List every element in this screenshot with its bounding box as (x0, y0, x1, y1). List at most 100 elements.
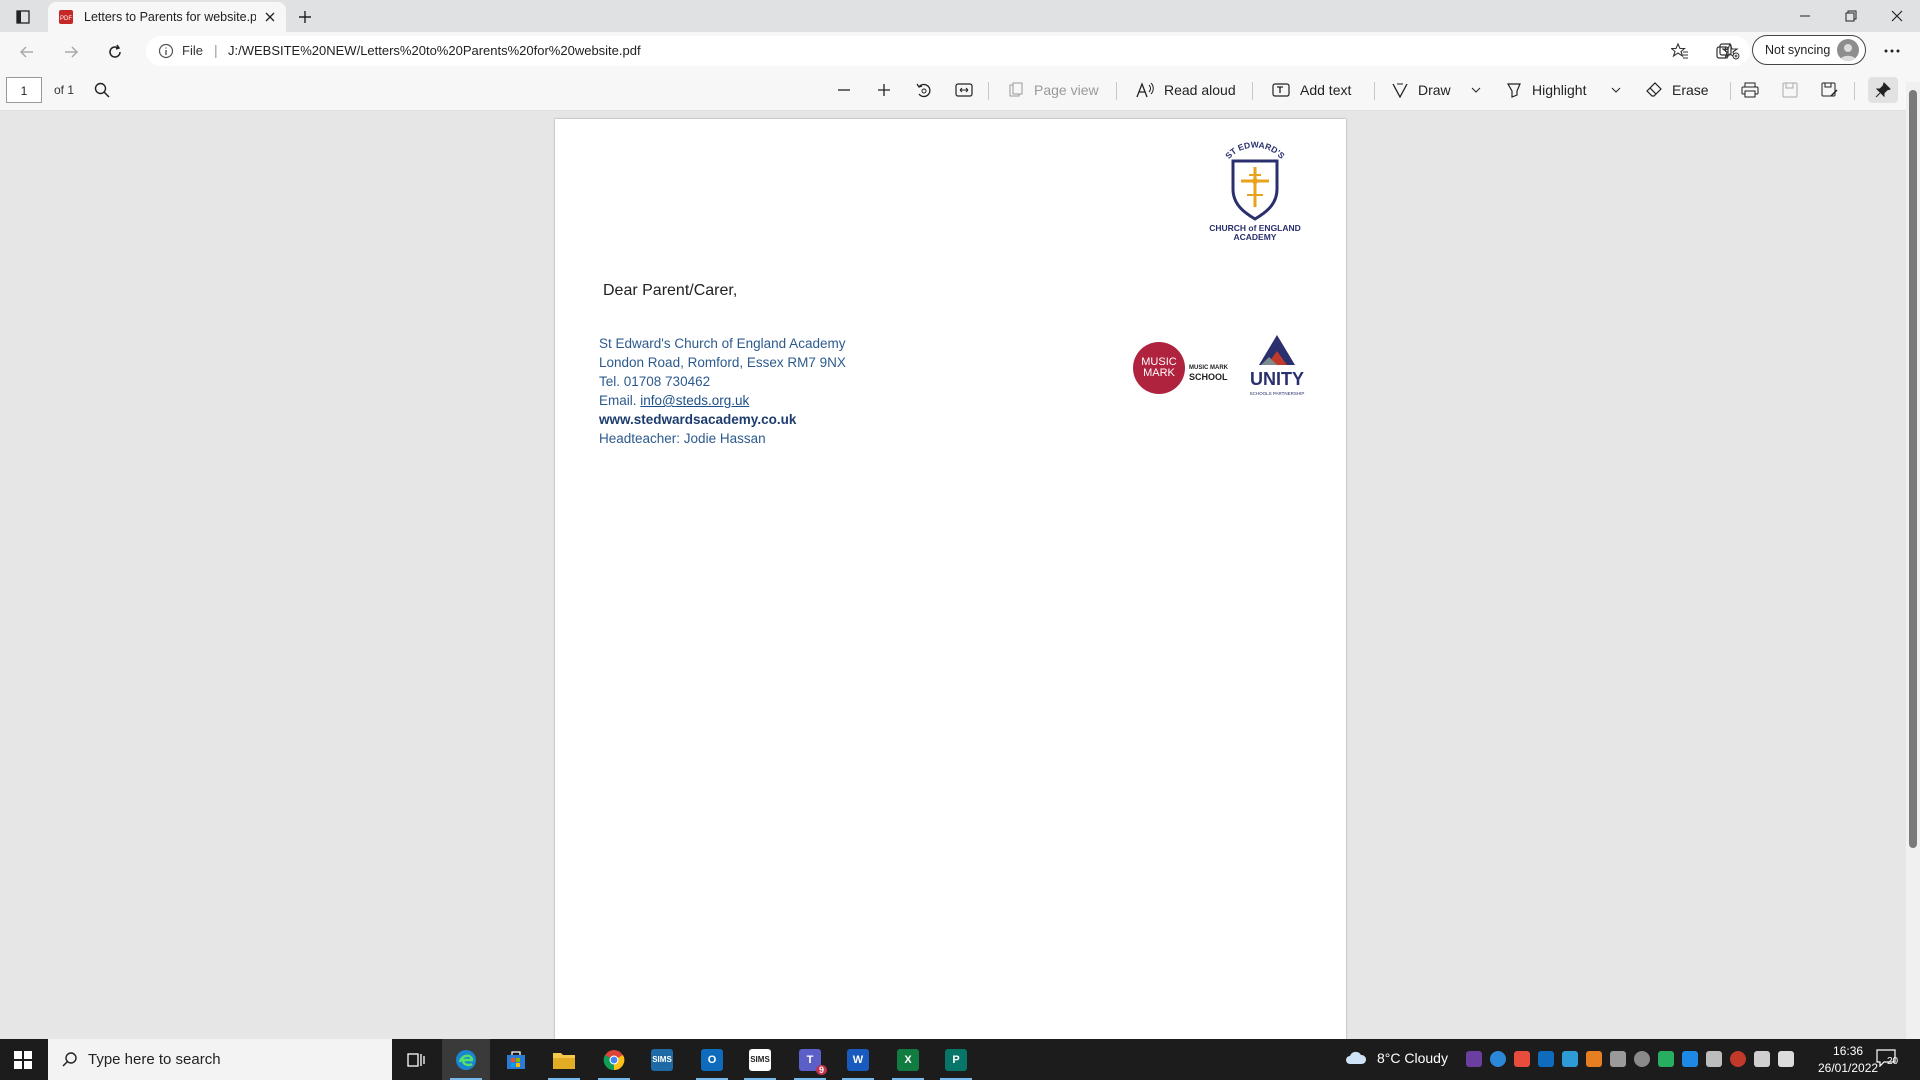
pin-toolbar-icon[interactable] (1868, 77, 1898, 103)
email-link[interactable]: info@steds.org.uk (640, 393, 749, 408)
refresh-icon[interactable] (102, 39, 128, 65)
scheme-separator: | (214, 42, 218, 58)
more-menu-icon[interactable] (1880, 39, 1904, 63)
toolbar-divider (1374, 82, 1375, 100)
svg-text:ACADEMY: ACADEMY (1234, 232, 1277, 241)
taskbar-store[interactable] (492, 1039, 540, 1080)
eraser-icon (1646, 82, 1662, 97)
office-icon[interactable] (1514, 1051, 1530, 1067)
tray-app-icon[interactable] (1490, 1051, 1506, 1067)
info-icon[interactable] (158, 43, 174, 59)
taskbar-outlook[interactable]: O (688, 1039, 736, 1080)
tray-app-icon[interactable] (1466, 1051, 1482, 1067)
rotate-icon[interactable] (914, 80, 934, 100)
forward-icon[interactable] (58, 39, 84, 65)
taskbar-edge[interactable] (442, 1039, 490, 1080)
excel-icon: X (897, 1048, 919, 1071)
task-view-button[interactable] (392, 1039, 440, 1080)
draw-options-chevron-down-icon[interactable] (1466, 80, 1486, 100)
pdf-icon: PDF (59, 10, 73, 24)
page-number-input[interactable]: 1 (6, 77, 42, 103)
minimize-icon[interactable] (1782, 0, 1828, 32)
page-view-button[interactable]: Page view (1008, 79, 1099, 101)
letter-greeting: Dear Parent/Carer, (603, 282, 738, 299)
toolbar-divider (1854, 82, 1855, 100)
zoom-in-icon[interactable] (874, 80, 894, 100)
search-icon[interactable] (92, 80, 112, 100)
taskbar-publisher[interactable]: P (932, 1039, 980, 1080)
tab-bar: PDF Letters to Parents for website.pdf (0, 0, 1920, 32)
pdf-viewer: ST EDWARD'S CHURCH of ENGLAND ACADEMY De… (0, 111, 1906, 1039)
taskbar-word[interactable]: W (834, 1039, 882, 1080)
close-tab-icon[interactable] (262, 9, 278, 25)
favorites-icon[interactable] (1668, 39, 1692, 63)
notification-center-icon[interactable]: 20 (1876, 1049, 1898, 1069)
tray-app-icon[interactable] (1562, 1051, 1578, 1067)
scheme-label: File (182, 43, 203, 58)
teams-badge: 9 (815, 1064, 827, 1075)
music-mark-logo: MUSIC MARK (1133, 342, 1185, 394)
address-bar: File | J:/WEBSITE%20NEW/Letters%20to%20P… (0, 32, 1920, 70)
highlight-button[interactable]: Highlight (1506, 79, 1586, 101)
erase-button[interactable]: Erase (1646, 79, 1709, 101)
read-aloud-icon (1136, 82, 1154, 98)
skype-icon[interactable] (1682, 1051, 1698, 1067)
taskbar-search-box[interactable]: Type here to search (48, 1039, 392, 1080)
weather-text: 8°C Cloudy (1377, 1050, 1448, 1066)
omnibox[interactable]: File | J:/WEBSITE%20NEW/Letters%20to%20P… (146, 36, 1750, 66)
taskbar-file-explorer[interactable] (540, 1039, 588, 1080)
address-line-email: Email. info@steds.org.uk (599, 393, 750, 408)
outlook-tray-icon[interactable] (1538, 1051, 1554, 1067)
erase-label: Erase (1672, 82, 1709, 98)
taskbar-sims[interactable]: SIMS (638, 1039, 686, 1080)
address-line-school: St Edward's Church of England Academy (599, 336, 846, 351)
save-as-icon[interactable] (1820, 80, 1840, 100)
pdf-toolbar: 1 of 1 Page view Read aloud Add text Dra… (0, 70, 1920, 111)
network-icon[interactable] (1754, 1051, 1770, 1067)
fit-width-icon[interactable] (954, 80, 974, 100)
tray-app-icon[interactable] (1658, 1051, 1674, 1067)
collections-icon[interactable] (1712, 39, 1736, 63)
new-tab-icon[interactable] (294, 6, 316, 28)
tab-active[interactable]: PDF Letters to Parents for website.pdf (48, 2, 286, 32)
taskbar-chrome[interactable] (590, 1039, 638, 1080)
taskbar-sims-2[interactable]: SIMS (736, 1039, 784, 1080)
tray-app-icon[interactable] (1634, 1051, 1650, 1067)
taskbar-clock[interactable]: 16:36 26/01/2022 (1818, 1043, 1878, 1077)
tray-app-icon[interactable] (1610, 1051, 1626, 1067)
back-icon[interactable] (14, 39, 40, 65)
scrollbar-thumb[interactable] (1909, 90, 1917, 848)
restore-icon[interactable] (1828, 0, 1874, 32)
vertical-scrollbar[interactable] (1906, 82, 1920, 1039)
toolbar-divider (1252, 82, 1253, 100)
search-placeholder: Type here to search (88, 1051, 221, 1068)
tray-app-icon[interactable] (1706, 1051, 1722, 1067)
print-icon[interactable] (1740, 80, 1760, 100)
profile-sync-button[interactable]: Not syncing (1752, 35, 1866, 65)
read-aloud-button[interactable]: Read aloud (1136, 79, 1236, 101)
highlight-options-chevron-down-icon[interactable] (1606, 80, 1626, 100)
volume-icon[interactable] (1778, 1051, 1794, 1067)
word-icon: W (847, 1048, 869, 1071)
add-text-button[interactable]: Add text (1272, 79, 1351, 101)
website-link[interactable]: www.stedwardsacademy.co.uk (599, 410, 846, 429)
tray-app-icon[interactable] (1586, 1051, 1602, 1067)
address-url[interactable]: J:/WEBSITE%20NEW/Letters%20to%20Parents%… (228, 43, 641, 58)
draw-button[interactable]: Draw (1392, 79, 1451, 101)
add-text-label: Add text (1300, 82, 1352, 98)
taskbar-teams[interactable]: T9 (786, 1039, 834, 1080)
weather-widget[interactable]: 8°C Cloudy (1345, 1050, 1448, 1066)
start-button[interactable] (0, 1039, 46, 1080)
close-window-icon[interactable] (1874, 0, 1920, 32)
tab-actions-icon[interactable] (12, 6, 34, 28)
music-mark-school-text: MUSIC MARK SCHOOL (1189, 365, 1228, 382)
st-edwards-crest-logo: ST EDWARD'S CHURCH of ENGLAND ACADEMY (1209, 141, 1301, 241)
highlight-label: Highlight (1532, 82, 1587, 98)
pdf-page: ST EDWARD'S CHURCH of ENGLAND ACADEMY De… (555, 119, 1346, 1039)
teams-icon: T9 (799, 1048, 827, 1075)
zoom-out-icon[interactable] (834, 80, 854, 100)
taskbar-excel[interactable]: X (884, 1039, 932, 1080)
tray-app-icon[interactable] (1730, 1051, 1746, 1067)
toolbar-divider (988, 82, 989, 100)
save-icon[interactable] (1780, 80, 1800, 100)
